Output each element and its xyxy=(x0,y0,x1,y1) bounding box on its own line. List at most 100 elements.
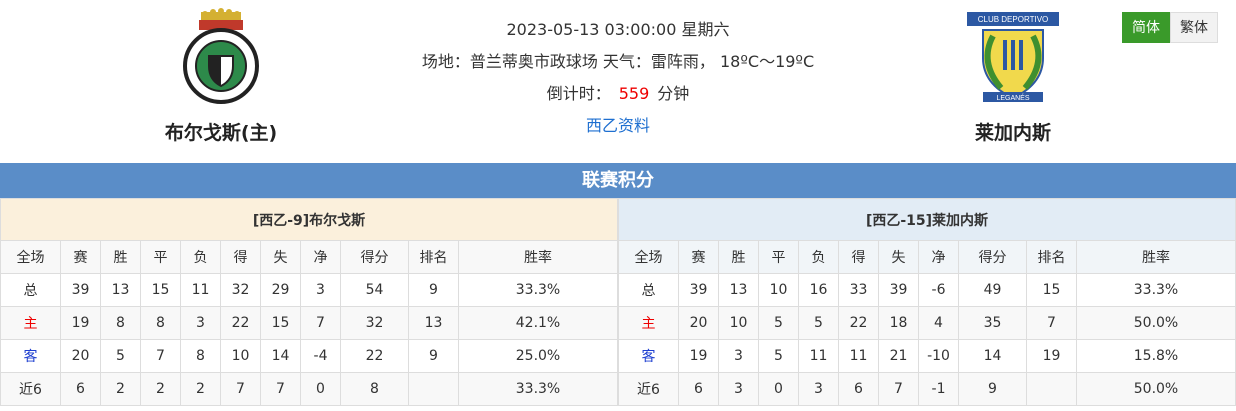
cell: 49 xyxy=(958,273,1027,307)
row-label: 主 xyxy=(0,306,61,340)
cell: 9 xyxy=(408,273,459,307)
cell: 11 xyxy=(180,273,221,307)
traditional-chinese-button[interactable]: 繁体 xyxy=(1170,12,1218,43)
cell: 3 xyxy=(180,306,221,340)
home-standings-title[interactable]: [西乙-9]布尔戈斯 xyxy=(0,198,618,241)
row-label: 近6 xyxy=(618,372,679,406)
col-goal-diff: 净 xyxy=(300,240,341,274)
cell: 50.0% xyxy=(1076,372,1236,406)
col-drawn: 平 xyxy=(140,240,181,274)
cell xyxy=(408,372,459,406)
col-scope: 全场 xyxy=(0,240,61,274)
cell: 3 xyxy=(798,372,839,406)
col-win-rate: 胜率 xyxy=(458,240,618,274)
cell: 3 xyxy=(718,339,759,373)
cell: 3 xyxy=(300,273,341,307)
col-goals-against: 失 xyxy=(878,240,919,274)
away-standings-table: [西乙-15]莱加内斯 全场 赛 胜 平 负 得 失 净 得分 排名 胜率 总 … xyxy=(618,198,1236,406)
cell: 5 xyxy=(758,339,799,373)
col-played: 赛 xyxy=(678,240,719,274)
match-header: 布尔戈斯(主) 2023-05-13 03:00:00 星期六 场地：普兰蒂奥市… xyxy=(0,0,1236,163)
cell: 10 xyxy=(220,339,261,373)
cell: 25.0% xyxy=(458,339,618,373)
svg-text:CLUB DEPORTIVO: CLUB DEPORTIVO xyxy=(978,15,1049,24)
match-info: 2023-05-13 03:00:00 星期六 场地：普兰蒂奥市政球场 天气：雷… xyxy=(368,14,868,142)
col-points: 得分 xyxy=(340,240,409,274)
col-played: 赛 xyxy=(60,240,101,274)
away-standings-title[interactable]: [西乙-15]莱加内斯 xyxy=(618,198,1236,241)
cell: 6 xyxy=(60,372,101,406)
cell: -6 xyxy=(918,273,959,307)
simplified-chinese-button[interactable]: 简体 xyxy=(1122,12,1170,43)
col-rank: 排名 xyxy=(408,240,459,274)
match-datetime: 2023-05-13 03:00:00 星期六 xyxy=(506,20,730,39)
row-label: 主 xyxy=(618,306,679,340)
cell: 14 xyxy=(260,339,301,373)
cell: 2 xyxy=(180,372,221,406)
cell: -1 xyxy=(918,372,959,406)
cell: 20 xyxy=(60,339,101,373)
home-team: 布尔戈斯(主) xyxy=(121,8,321,145)
countdown: 倒计时： 559 分钟 xyxy=(368,78,868,110)
cell: 15 xyxy=(260,306,301,340)
cell: 13 xyxy=(100,273,141,307)
cell: 8 xyxy=(340,372,409,406)
cell: 50.0% xyxy=(1076,306,1236,340)
cell: 39 xyxy=(878,273,919,307)
cell: 19 xyxy=(678,339,719,373)
col-rank: 排名 xyxy=(1026,240,1077,274)
cell: 5 xyxy=(100,339,141,373)
col-won: 胜 xyxy=(718,240,759,274)
cell: 42.1% xyxy=(458,306,618,340)
cell: 2 xyxy=(140,372,181,406)
standings-tables: [西乙-9]布尔戈斯 全场 赛 胜 平 负 得 失 净 得分 排名 胜率 总 3… xyxy=(0,198,1236,406)
away-team: CLUB DEPORTIVO LEGANÉS 莱加内斯 xyxy=(913,8,1113,145)
countdown-label: 倒计时： xyxy=(546,84,611,103)
cell: 7 xyxy=(220,372,261,406)
venue-weather: 场地：普兰蒂奥市政球场 天气：雷阵雨， 18ºC～19ºC xyxy=(421,52,815,71)
cell: 9 xyxy=(408,339,459,373)
table-row: 总 39 13 15 11 32 29 3 54 9 33.3% xyxy=(0,273,618,307)
cell: 7 xyxy=(878,372,919,406)
home-team-name[interactable]: 布尔戈斯(主) xyxy=(121,118,321,145)
cell: 7 xyxy=(1026,306,1077,340)
cell: 15.8% xyxy=(1076,339,1236,373)
cell: 0 xyxy=(758,372,799,406)
col-goal-diff: 净 xyxy=(918,240,959,274)
cell: 6 xyxy=(838,372,879,406)
cell: 10 xyxy=(758,273,799,307)
column-header-row: 全场 赛 胜 平 负 得 失 净 得分 排名 胜率 xyxy=(0,240,618,274)
cell: 15 xyxy=(140,273,181,307)
away-team-name[interactable]: 莱加内斯 xyxy=(913,118,1113,145)
cell: 8 xyxy=(180,339,221,373)
cell: 32 xyxy=(340,306,409,340)
cell: 22 xyxy=(340,339,409,373)
league-link[interactable]: 西乙资料 xyxy=(368,110,868,142)
cell: 7 xyxy=(140,339,181,373)
cell: 14 xyxy=(958,339,1027,373)
cell: 16 xyxy=(798,273,839,307)
cell: 20 xyxy=(678,306,719,340)
cell: 33.3% xyxy=(458,273,618,307)
home-standings: [西乙-9]布尔戈斯 全场 赛 胜 平 负 得 失 净 得分 排名 胜率 总 3… xyxy=(0,198,618,406)
cell: 3 xyxy=(718,372,759,406)
cell: 5 xyxy=(758,306,799,340)
table-row: 总 39 13 10 16 33 39 -6 49 15 33.3% xyxy=(618,273,1236,307)
cell: 15 xyxy=(1026,273,1077,307)
table-row: 客 19 3 5 11 11 21 -10 14 19 15.8% xyxy=(618,339,1236,373)
table-row: 主 20 10 5 5 22 18 4 35 7 50.0% xyxy=(618,306,1236,340)
col-win-rate: 胜率 xyxy=(1076,240,1236,274)
table-row: 主 19 8 8 3 22 15 7 32 13 42.1% xyxy=(0,306,618,340)
cell: 19 xyxy=(1026,339,1077,373)
cell: 33.3% xyxy=(1076,273,1236,307)
away-standings: [西乙-15]莱加内斯 全场 赛 胜 平 负 得 失 净 得分 排名 胜率 总 … xyxy=(618,198,1236,406)
burgos-crest-icon xyxy=(183,8,259,104)
cell: 32 xyxy=(220,273,261,307)
col-points: 得分 xyxy=(958,240,1027,274)
cell: 33.3% xyxy=(458,372,618,406)
cell: 8 xyxy=(100,306,141,340)
cell: 39 xyxy=(678,273,719,307)
row-label: 客 xyxy=(618,339,679,373)
row-label: 客 xyxy=(0,339,61,373)
cell: 21 xyxy=(878,339,919,373)
